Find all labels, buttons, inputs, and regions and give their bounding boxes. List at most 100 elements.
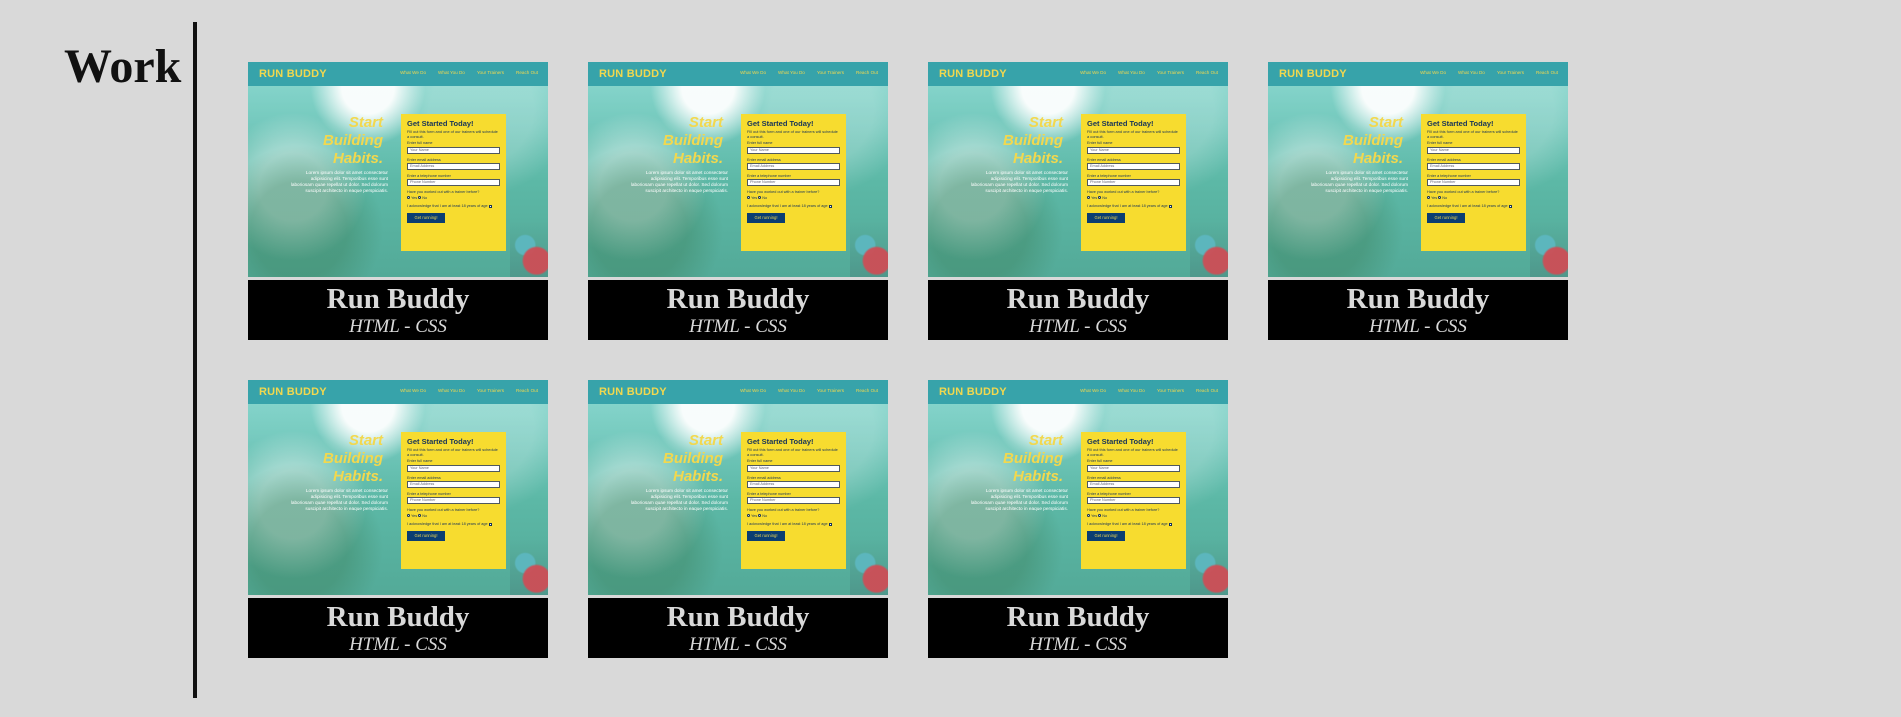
preview-form-label: Enter full name — [1087, 459, 1113, 464]
preview-nav: What We Do What You Do Your Trainers Rea… — [740, 70, 878, 76]
preview-form-title: Get Started Today! — [1427, 119, 1494, 128]
preview-form-label: Enter email address — [407, 157, 441, 162]
preview-hero-text: Start Building Habits. — [283, 432, 383, 486]
preview-form-label: Enter full name — [1427, 141, 1453, 146]
preview-radio-label: Yes — [1431, 195, 1438, 200]
preview-form-input: Your Name — [1427, 146, 1520, 154]
preview-form-input: Phone Number — [1087, 497, 1180, 505]
preview-form-label: Have you worked out with a trainer befor… — [407, 190, 480, 195]
preview-radio-label: Yes — [751, 513, 758, 518]
preview-form: Get Started Today! Fill out this form an… — [401, 432, 506, 569]
preview-form-title: Get Started Today! — [1087, 437, 1154, 446]
preview-checkbox-text: I acknowledge that I am at least 18 year… — [1087, 522, 1168, 527]
preview-form-description: Fill out this form and one of our traine… — [1087, 447, 1178, 457]
project-thumbnail: RUN BUDDY What We Do What You Do Your Tr… — [248, 380, 548, 595]
preview-hero-text: Start Building Habits. — [623, 432, 723, 486]
preview-hero-line: Building — [1003, 132, 1063, 149]
preview-header: RUN BUDDY What We Do What You Do Your Tr… — [248, 380, 548, 404]
project-title: Run Buddy — [666, 601, 810, 633]
checkbox-icon — [1508, 204, 1512, 208]
preview-hero-line: Habits. — [1012, 468, 1063, 485]
radio-icon — [1427, 196, 1430, 200]
preview-shoe-art — [1190, 219, 1228, 277]
preview-radio-label: No — [422, 195, 428, 200]
project-card[interactable]: RUN BUDDY What We Do What You Do Your Tr… — [248, 380, 548, 658]
preview-brand: RUN BUDDY — [939, 386, 1007, 398]
preview-hero-line: Start — [688, 432, 723, 449]
preview-brand: RUN BUDDY — [1279, 68, 1347, 80]
project-card[interactable]: RUN BUDDY What We Do What You Do Your Tr… — [588, 62, 888, 340]
project-caption: Run Buddy HTML - CSS — [248, 280, 548, 340]
radio-icon — [418, 196, 422, 200]
preview-radio-label: No — [762, 513, 768, 518]
preview-radio-row: Yes No — [407, 514, 500, 519]
preview-nav-item: Reach Out — [516, 70, 538, 75]
checkbox-icon — [488, 522, 492, 526]
project-card[interactable]: RUN BUDDY What We Do What You Do Your Tr… — [248, 62, 548, 340]
preview-radio-label: No — [762, 195, 768, 200]
preview-brand: RUN BUDDY — [599, 386, 667, 398]
preview-submit-button: Get running! — [1087, 531, 1125, 541]
project-thumbnail: RUN BUDDY What We Do What You Do Your Tr… — [928, 62, 1228, 277]
preview-shoe-art — [850, 537, 888, 595]
radio-icon — [1098, 514, 1102, 518]
preview-form-label: Have you worked out with a trainer befor… — [747, 508, 820, 513]
radio-icon — [758, 196, 762, 200]
preview-hero-line: Habits. — [332, 150, 383, 167]
preview-nav-item: Your Trainers — [476, 70, 505, 75]
preview-radio-label: Yes — [751, 195, 758, 200]
project-title: Run Buddy — [326, 283, 470, 315]
project-title: Run Buddy — [1006, 283, 1150, 315]
preview-form-input: Your Name — [1087, 146, 1180, 154]
preview-nav-item: Your Trainers — [1156, 70, 1185, 75]
preview-form-label: Enter a telephone number — [1087, 492, 1131, 496]
preview-form-title: Get Started Today! — [1087, 119, 1154, 128]
preview-form-title: Get Started Today! — [747, 437, 814, 446]
preview-checkbox-row: I acknowledge that I am at least 18 year… — [407, 204, 500, 209]
project-card[interactable]: RUN BUDDY What We Do What You Do Your Tr… — [1268, 62, 1568, 340]
preview-nav-item: Your Trainers — [476, 388, 505, 393]
preview-radio-row: Yes No — [747, 196, 840, 201]
preview-submit-button: Get running! — [747, 531, 785, 541]
preview-checkbox-text: I acknowledge that I am at least 18 year… — [407, 522, 488, 527]
project-tech: HTML - CSS — [349, 634, 447, 655]
preview-form-input: Phone Number — [747, 497, 840, 505]
preview-nav-item: What We Do — [1080, 70, 1107, 75]
project-card[interactable]: RUN BUDDY What We Do What You Do Your Tr… — [928, 62, 1228, 340]
preview-hero-text: Start Building Habits. — [963, 114, 1063, 168]
preview-copy: Lorem ipsum dolor sit amet consectetur a… — [970, 170, 1068, 193]
preview-submit-button: Get running! — [407, 531, 445, 541]
preview-nav: What We Do What You Do Your Trainers Rea… — [1420, 70, 1558, 76]
preview-radio-row: Yes No — [1427, 196, 1520, 201]
preview-form-label: Have you worked out with a trainer befor… — [1087, 190, 1160, 195]
radio-icon — [1438, 196, 1442, 200]
preview-checkbox-row: I acknowledge that I am at least 18 year… — [1087, 204, 1180, 209]
project-card[interactable]: RUN BUDDY What We Do What You Do Your Tr… — [928, 380, 1228, 658]
preview-shoe-art — [1190, 537, 1228, 595]
preview-checkbox-row: I acknowledge that I am at least 18 year… — [747, 522, 840, 527]
preview-radio-label: Yes — [411, 513, 418, 518]
preview-form-input: Your Name — [747, 464, 840, 472]
preview-form-label: Have you worked out with a trainer befor… — [1427, 190, 1500, 195]
radio-icon — [407, 196, 410, 200]
preview-nav-item: Reach Out — [1536, 70, 1558, 75]
preview-submit-button: Get running! — [407, 213, 445, 223]
preview-hero-text: Start Building Habits. — [1303, 114, 1403, 168]
preview-form-description: Fill out this form and one of our traine… — [1427, 129, 1518, 139]
preview-hero-line: Habits. — [1352, 150, 1403, 167]
preview-hero-text: Start Building Habits. — [963, 432, 1063, 486]
preview-radio-label: No — [1102, 195, 1108, 200]
preview-form-label: Enter a telephone number — [407, 174, 451, 178]
preview-form-label: Enter full name — [1087, 141, 1113, 146]
preview-nav: What We Do What You Do Your Trainers Rea… — [1080, 388, 1218, 394]
radio-icon — [747, 514, 750, 518]
preview-hero-line: Habits. — [672, 468, 723, 485]
project-caption: Run Buddy HTML - CSS — [1268, 280, 1568, 340]
project-title: Run Buddy — [1006, 601, 1150, 633]
preview-form-input: Email Address — [1087, 481, 1180, 488]
preview-copy: Lorem ipsum dolor sit amet consectetur a… — [290, 488, 388, 511]
project-card[interactable]: RUN BUDDY What We Do What You Do Your Tr… — [588, 380, 888, 658]
preview-form-input: Email Address — [407, 163, 500, 170]
radio-icon — [1087, 196, 1090, 200]
preview-form-title: Get Started Today! — [407, 119, 474, 128]
